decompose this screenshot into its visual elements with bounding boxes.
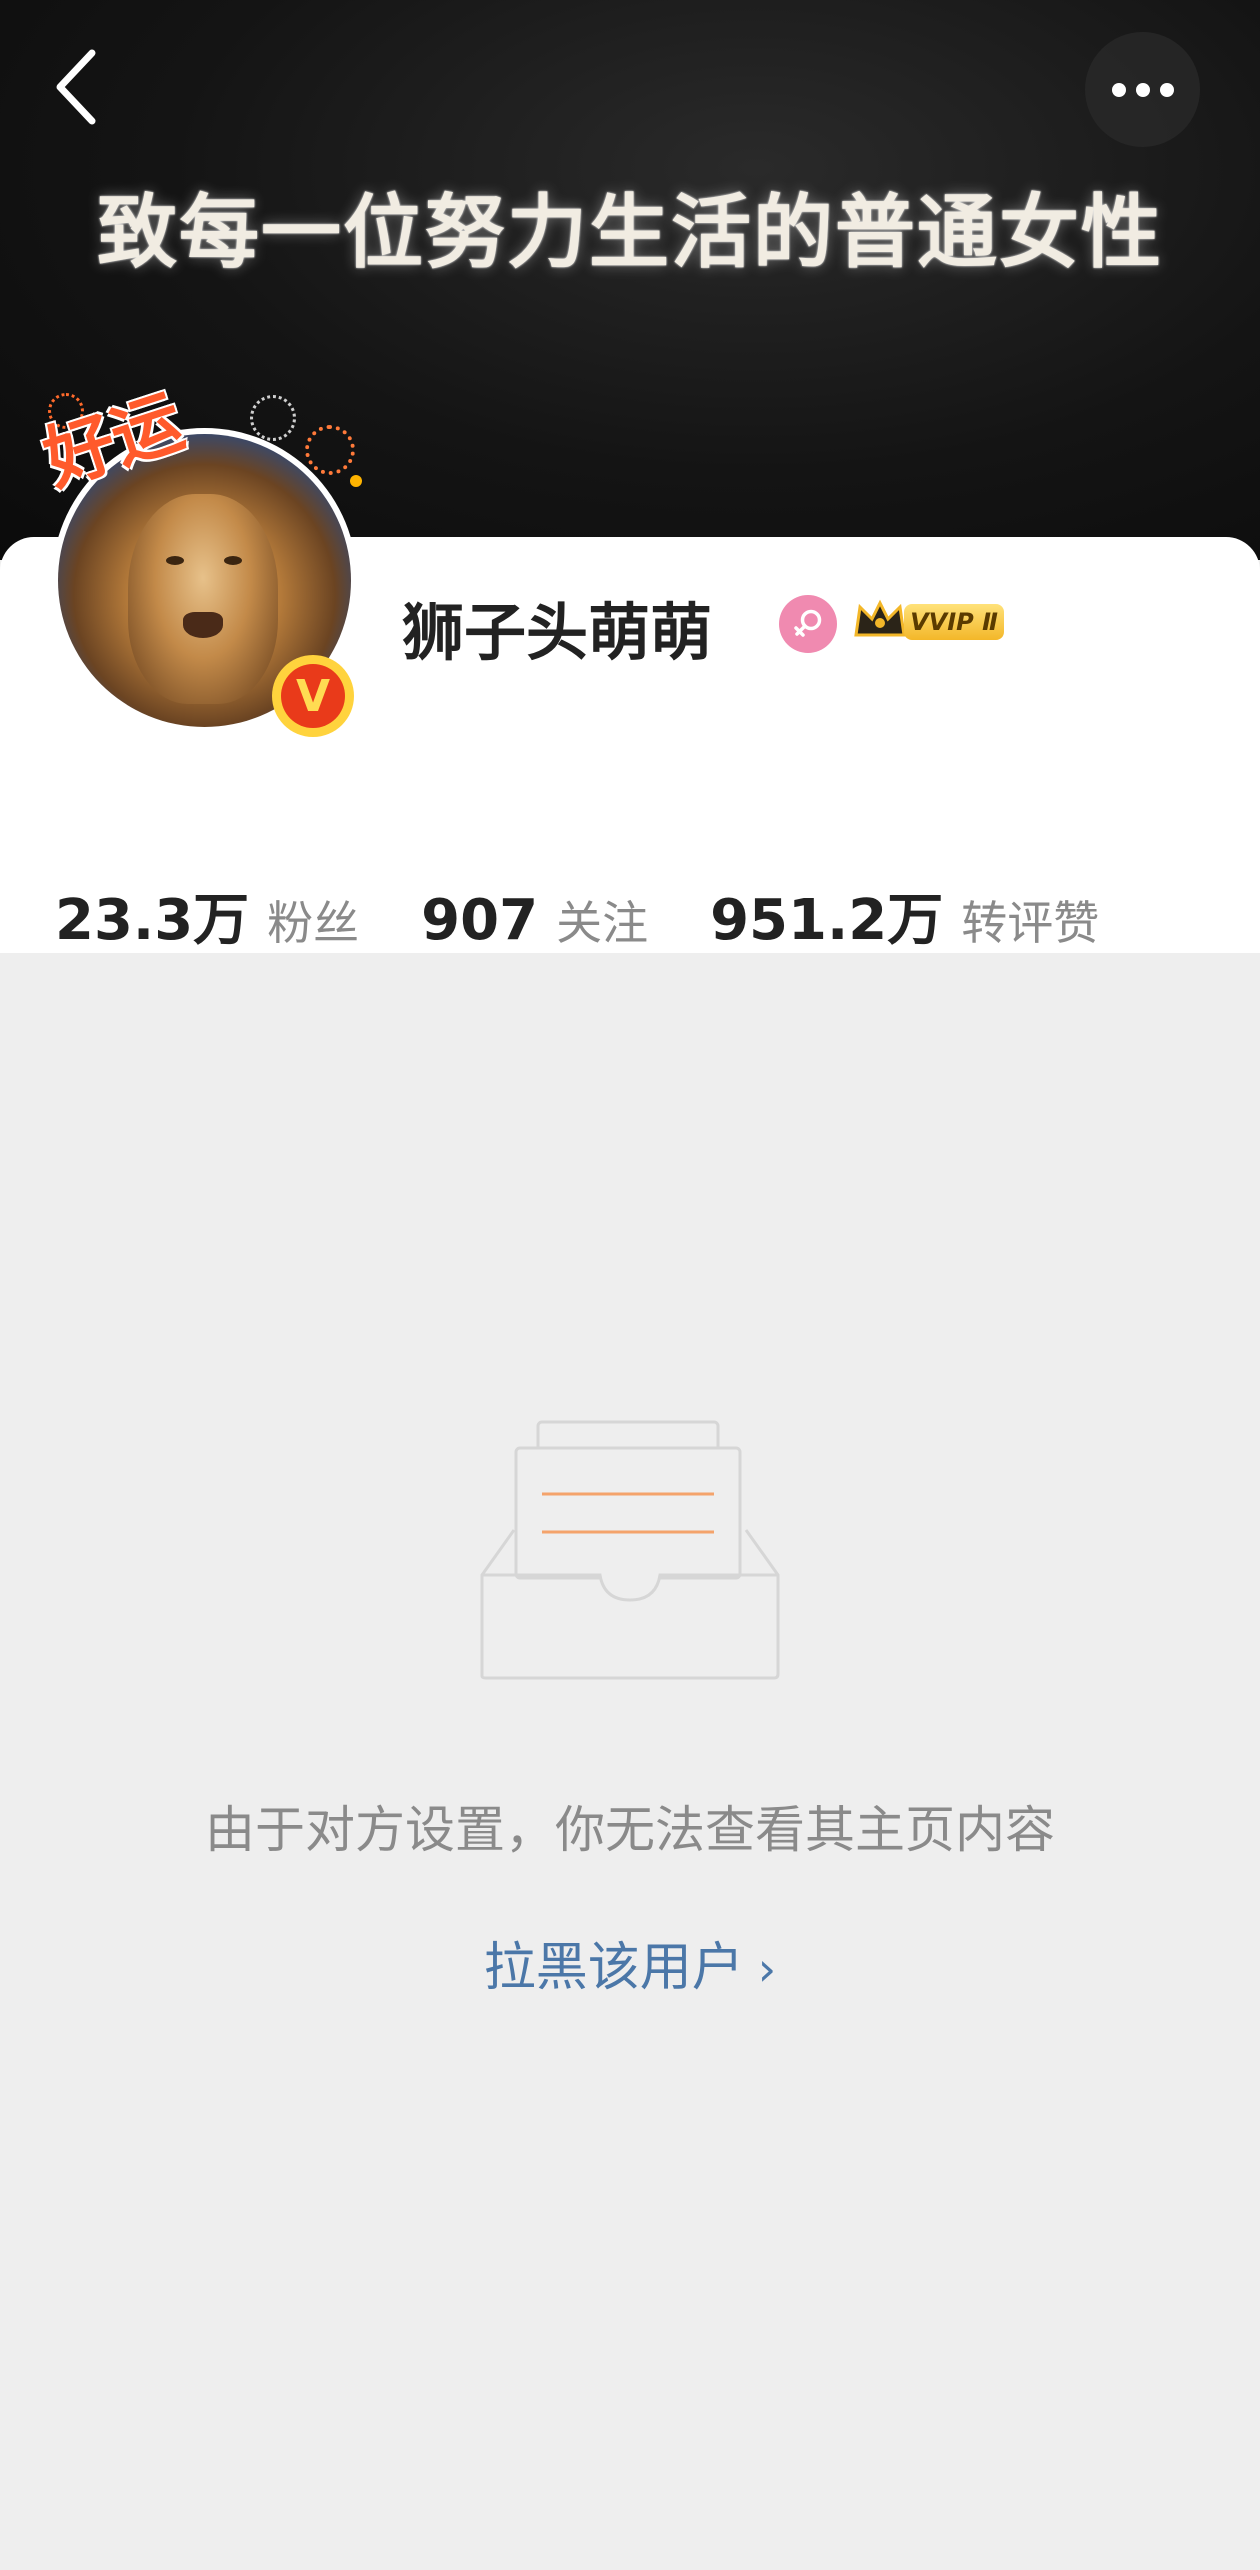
profile-stats: 23.3万 粉丝 907 关注 951.2万 转评赞 [55, 875, 1161, 955]
more-button[interactable] [1085, 32, 1200, 147]
crown-icon [854, 599, 906, 637]
lion-image [128, 494, 278, 704]
lion-nose [183, 612, 223, 638]
more-horizontal-icon [1112, 83, 1126, 97]
stat-label: 粉丝 [267, 896, 360, 950]
chevron-right-icon: › [757, 1942, 777, 1996]
stat-following[interactable]: 907 关注 [421, 887, 648, 953]
firework-decoration [250, 395, 296, 441]
banner-text: 致每一位努力生活的普通女性 [97, 185, 1163, 279]
vip-label: VVIP Ⅱ [904, 604, 1004, 640]
stat-value: 951.2万 [710, 888, 944, 953]
vip-badge[interactable]: VVIP Ⅱ [852, 597, 1012, 645]
stat-interactions[interactable]: 951.2万 转评赞 [710, 875, 1099, 956]
block-user-button[interactable]: 拉黑该用户 › [0, 1925, 1260, 2000]
verified-icon: V [281, 664, 345, 728]
username: 狮子头萌萌 [402, 596, 713, 669]
empty-state-message: 由于对方设置，你无法查看其主页内容 [205, 1801, 1055, 1859]
lion-eye [224, 556, 242, 565]
lion-eye [166, 556, 184, 565]
firework-decoration [305, 425, 355, 475]
stat-value: 23.3万 [55, 888, 250, 953]
verified-badge: V [272, 655, 354, 737]
stat-followers[interactable]: 23.3万 粉丝 [55, 875, 359, 956]
female-symbol [794, 609, 822, 637]
firework-decoration [350, 475, 362, 487]
empty-inbox-icon [480, 1420, 780, 1680]
female-icon [779, 595, 837, 653]
stat-value: 907 [421, 888, 539, 953]
more-dot [1136, 83, 1150, 97]
chevron-left-icon [56, 49, 96, 125]
stat-label: 转评赞 [961, 896, 1100, 950]
stat-label: 关注 [556, 896, 649, 950]
more-dot [1160, 83, 1174, 97]
block-user-label: 拉黑该用户 [483, 1938, 744, 1998]
back-button[interactable] [50, 45, 110, 135]
